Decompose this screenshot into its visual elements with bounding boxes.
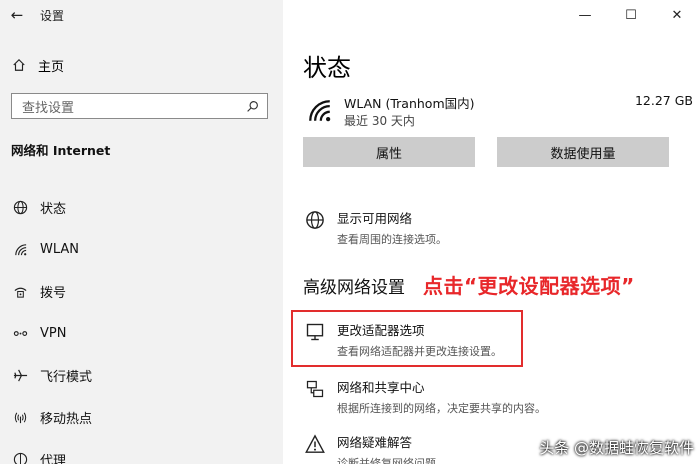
main-content: — ☐ ✕ 状态 WLAN (Tranhom国内) 最近 30 天内 12.27… (283, 0, 700, 464)
sharing-center-link[interactable]: 网络和共享中心 根据所连接到的网络，决定要共享的内容。 (303, 377, 546, 416)
properties-button[interactable]: 属性 (303, 137, 475, 167)
adapter-options-link[interactable]: 更改适配器选项 查看网络适配器并更改连接设置。 (303, 320, 502, 359)
network-sharing-icon (303, 377, 327, 416)
watermark: 头条 @数据蛙恢复软件 (539, 439, 694, 457)
home-icon (13, 58, 25, 71)
sidebar-item-status[interactable]: 状态 (0, 186, 283, 228)
settings-window: ← 设置 主页 查找设置 网络和 Internet 状态 WLAN 拨号 VPN… (0, 0, 700, 464)
search-icon[interactable] (246, 100, 259, 113)
dialup-icon (12, 283, 28, 299)
search-box[interactable]: 查找设置 (11, 93, 268, 119)
show-networks-desc: 查看周围的连接选项。 (337, 233, 447, 246)
sidebar-item-label: 飞行模式 (40, 369, 93, 385)
sidebar-nav: 状态 WLAN 拨号 VPN 飞行模式 移动热点 代理 (0, 186, 283, 464)
network-status: WLAN (Tranhom国内) 最近 30 天内 12.27 GB (303, 92, 693, 132)
sidebar-item-label: 拨号 (40, 285, 67, 301)
sidebar-item-label: VPN (40, 325, 67, 341)
sidebar-item-hotspot[interactable]: 移动热点 (0, 396, 283, 438)
sidebar-item-label: WLAN (40, 241, 80, 257)
maximize-button[interactable]: ☐ (608, 0, 654, 30)
adapter-options-desc: 查看网络适配器并更改连接设置。 (337, 345, 502, 358)
back-arrow-icon: ← (10, 6, 24, 24)
sidebar-item-airplane[interactable]: 飞行模式 (0, 354, 283, 396)
troubleshooter-link[interactable]: 网络疑难解答 诊断并修复网络问题。 (303, 432, 447, 464)
troubleshooter-title[interactable]: 网络疑难解答 (337, 432, 447, 451)
wifi-icon (12, 241, 28, 257)
sidebar-item-label: 移动热点 (40, 411, 93, 427)
hotspot-icon (12, 409, 28, 425)
show-networks-title[interactable]: 显示可用网络 (337, 208, 447, 227)
network-period: 最近 30 天内 (344, 114, 415, 128)
wifi-icon (309, 100, 331, 122)
globe-icon (12, 199, 28, 215)
airplane-icon (12, 367, 28, 383)
sidebar-item-proxy[interactable]: 代理 (0, 438, 283, 464)
globe-icon (303, 208, 327, 247)
proxy-icon (12, 451, 28, 464)
home-label: 主页 (38, 59, 65, 75)
sharing-center-title[interactable]: 网络和共享中心 (337, 377, 546, 396)
vpn-icon (12, 325, 28, 341)
close-button[interactable]: ✕ (654, 0, 700, 30)
network-name: WLAN (Tranhom国内) (344, 96, 475, 111)
section-title: 网络和 Internet (11, 143, 111, 158)
back-button[interactable]: ← (0, 0, 34, 30)
minimize-button[interactable]: — (562, 0, 608, 30)
sidebar-item-vpn[interactable]: VPN (0, 312, 283, 354)
adapter-options-title[interactable]: 更改适配器选项 (337, 320, 502, 339)
sidebar: ← 设置 主页 查找设置 网络和 Internet 状态 WLAN 拨号 VPN… (0, 0, 283, 464)
sidebar-item-wlan[interactable]: WLAN (0, 228, 283, 270)
sidebar-item-label: 状态 (40, 201, 67, 217)
window-controls: — ☐ ✕ (562, 0, 700, 30)
troubleshooter-desc: 诊断并修复网络问题。 (337, 457, 447, 464)
show-networks-link[interactable]: 显示可用网络 查看周围的连接选项。 (303, 208, 447, 247)
data-usage-button[interactable]: 数据使用量 (497, 137, 669, 167)
sharing-center-desc: 根据所连接到的网络，决定要共享的内容。 (337, 402, 546, 415)
network-usage: 12.27 GB (634, 93, 693, 108)
instruction-callout: 点击“更改设配器选项” (423, 274, 635, 298)
page-title: 状态 (303, 54, 351, 82)
advanced-settings-heading: 高级网络设置 (303, 278, 405, 298)
search-input[interactable]: 查找设置 (22, 97, 246, 116)
warning-icon (303, 432, 327, 464)
sidebar-item-dialup[interactable]: 拨号 (0, 270, 283, 312)
monitor-icon (303, 320, 327, 359)
sidebar-item-label: 代理 (40, 453, 67, 464)
home-link[interactable]: 主页 (12, 55, 64, 75)
app-title: 设置 (40, 8, 65, 23)
title-bar: ← 设置 (0, 0, 283, 30)
